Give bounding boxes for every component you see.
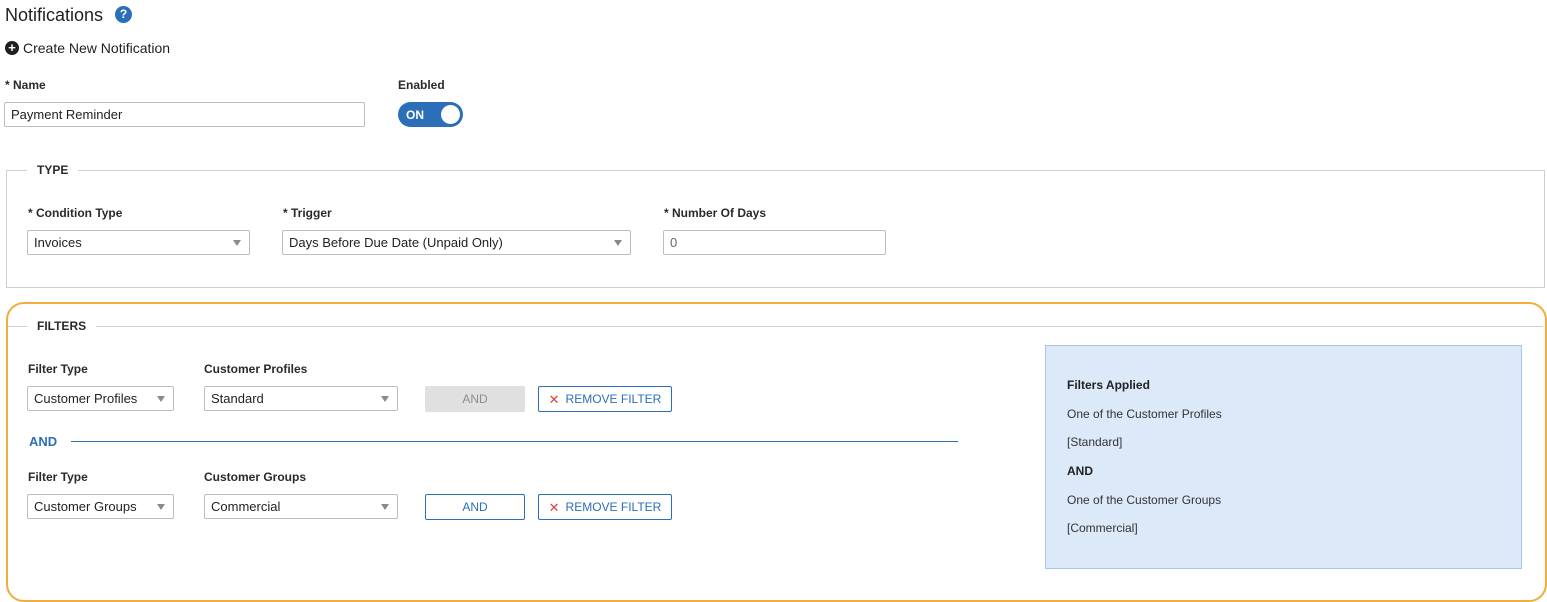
filter-type-select[interactable]: Customer Profiles <box>27 386 174 411</box>
type-section <box>6 170 1545 288</box>
summary-line: AND <box>1067 464 1093 478</box>
remove-filter-label: REMOVE FILTER <box>565 500 662 514</box>
toggle-state-label: ON <box>406 108 424 122</box>
summary-line: One of the Customer Profiles <box>1067 407 1222 421</box>
caret-down-icon <box>614 239 622 246</box>
and-separator-label: AND <box>29 434 58 449</box>
page-title: Notifications <box>5 5 104 25</box>
summary-line: [Commercial] <box>1067 521 1138 535</box>
customer-groups-value: Commercial <box>211 499 281 514</box>
condition-type-label: * Condition Type <box>28 206 123 220</box>
summary-line: [Standard] <box>1067 435 1123 449</box>
name-label: * Name <box>5 78 46 92</box>
summary-line: One of the Customer Groups <box>1067 493 1222 507</box>
and-button-disabled: AND <box>425 386 525 412</box>
filter-type-value: Customer Profiles <box>34 391 138 406</box>
condition-type-value: Invoices <box>34 235 82 250</box>
trigger-value: Days Before Due Date (Unpaid Only) <box>289 235 503 250</box>
trigger-select[interactable]: Days Before Due Date (Unpaid Only) <box>282 230 631 255</box>
close-icon: ✕ <box>548 499 560 515</box>
customer-groups-select[interactable]: Commercial <box>204 494 398 519</box>
filters-divider <box>8 326 1543 327</box>
remove-filter-label: REMOVE FILTER <box>565 392 662 406</box>
condition-type-select[interactable]: Invoices <box>27 230 250 255</box>
caret-down-icon <box>381 395 389 402</box>
filters-legend: FILTERS <box>27 319 97 333</box>
name-input[interactable]: Payment Reminder <box>4 102 365 127</box>
toggle-knob <box>441 105 460 124</box>
caret-down-icon <box>157 503 165 510</box>
filter-type-label: Filter Type <box>28 470 88 484</box>
filters-applied-panel: Filters Applied One of the Customer Prof… <box>1045 345 1522 569</box>
trigger-label: * Trigger <box>283 206 332 220</box>
close-icon: ✕ <box>548 391 560 407</box>
filter-type-select[interactable]: Customer Groups <box>27 494 174 519</box>
type-legend: TYPE <box>27 163 79 177</box>
customer-profiles-value: Standard <box>211 391 264 406</box>
create-notification-link[interactable]: + Create New Notification <box>5 40 170 56</box>
caret-down-icon <box>233 239 241 246</box>
filter-type-value: Customer Groups <box>34 499 137 514</box>
filters-applied-title: Filters Applied <box>1067 378 1150 392</box>
remove-filter-button[interactable]: ✕ REMOVE FILTER <box>538 494 672 520</box>
customer-groups-label: Customer Groups <box>204 470 307 484</box>
caret-down-icon <box>381 503 389 510</box>
enabled-toggle[interactable]: ON <box>398 102 463 127</box>
and-button[interactable]: AND <box>425 494 525 520</box>
help-icon[interactable]: ? <box>115 6 132 23</box>
create-notification-label: Create New Notification <box>23 40 171 56</box>
remove-filter-button[interactable]: ✕ REMOVE FILTER <box>538 386 672 412</box>
customer-profiles-label: Customer Profiles <box>204 362 308 376</box>
number-of-days-input[interactable]: 0 <box>663 230 886 255</box>
customer-profiles-select[interactable]: Standard <box>204 386 398 411</box>
and-separator-line <box>71 441 958 442</box>
filter-type-label: Filter Type <box>28 362 88 376</box>
caret-down-icon <box>157 395 165 402</box>
number-of-days-label: * Number Of Days <box>664 206 767 220</box>
enabled-label: Enabled <box>398 78 445 92</box>
plus-circle-icon: + <box>5 41 19 55</box>
